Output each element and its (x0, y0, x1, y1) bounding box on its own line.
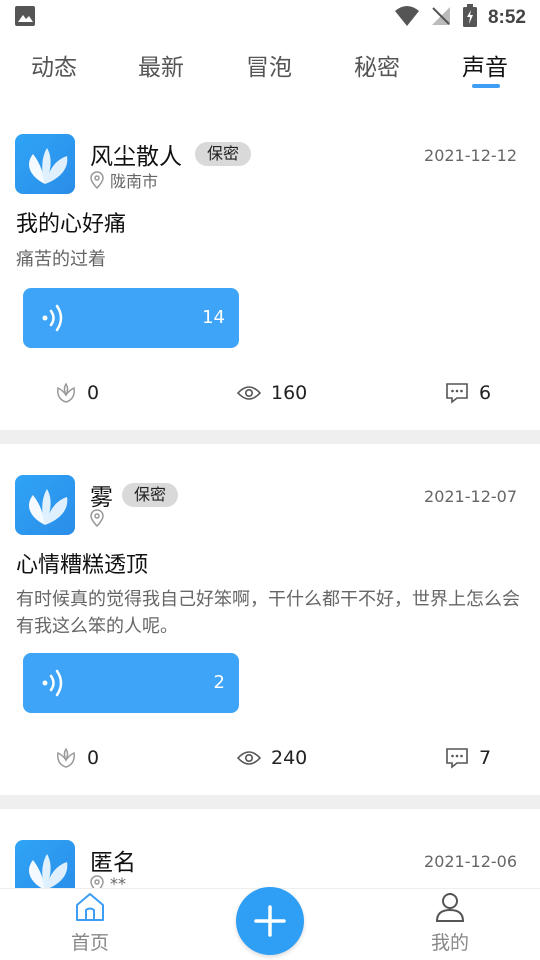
gender-badge: 保密 (122, 483, 179, 507)
home-icon (76, 893, 104, 921)
avatar[interactable] (15, 134, 75, 194)
tab-shengyin[interactable]: 声音 (462, 48, 508, 82)
status-time: 8:52 (487, 7, 526, 28)
comment-button[interactable]: 6 (445, 382, 491, 404)
nav-me-label: 我的 (430, 932, 469, 954)
location (90, 509, 110, 527)
flower-like-icon (57, 382, 75, 403)
post-card[interactable]: 雾 保密 2021-12-07 心情糟糕透顶 有时候真的觉得我自己好笨啊，干什么… (0, 444, 540, 795)
flower-like-icon (57, 747, 75, 768)
no-signal-icon (430, 5, 452, 31)
comment-count: 7 (479, 747, 492, 769)
voice-player[interactable]: 14 (23, 288, 239, 348)
views: 160 (237, 382, 307, 404)
post-desc[interactable]: 有时候真的觉得我自己好笨啊，干什么都干不好，世界上怎么会有我这么笨的人呢。 (16, 586, 526, 640)
status-bar: 8:52 (0, 0, 540, 36)
comment-icon (446, 748, 468, 769)
post-date: 2021-12-07 (424, 487, 517, 506)
tab-mimi[interactable]: 秘密 (354, 48, 400, 82)
avatar[interactable] (15, 475, 75, 535)
post-date: 2021-12-06 (424, 852, 517, 871)
like-count: 0 (87, 382, 100, 404)
post-desc[interactable]: 痛苦的过着 (16, 246, 526, 273)
eye-icon (237, 751, 261, 765)
tab-dongtai[interactable]: 动态 (31, 48, 77, 82)
active-tab-indicator (472, 84, 500, 88)
tab-zuixin[interactable]: 最新 (138, 48, 184, 82)
view-count: 240 (271, 747, 308, 769)
location: 陇南市 (90, 168, 158, 192)
like-button[interactable]: 0 (55, 747, 99, 769)
post-feed[interactable]: 风尘散人 保密 2021-12-12 陇南市 我的心好痛 痛苦的过着 14 0 … (0, 112, 540, 888)
nav-home[interactable]: 首页 (50, 891, 130, 955)
tab-maopao[interactable]: 冒泡 (246, 48, 292, 82)
battery-charging-icon (462, 4, 478, 32)
comment-button[interactable]: 7 (445, 747, 491, 769)
avatar[interactable] (15, 840, 75, 888)
location-pin-icon (90, 171, 104, 189)
location-pin-icon (90, 509, 104, 527)
username[interactable]: 雾 (90, 478, 113, 512)
view-count: 160 (271, 382, 308, 404)
voice-player[interactable]: 2 (23, 653, 239, 713)
username[interactable]: 匿名 (90, 843, 136, 877)
gender-badge: 保密 (195, 142, 252, 166)
nav-me[interactable]: 我的 (410, 891, 490, 955)
post-divider (0, 795, 540, 809)
location-text: ** (110, 874, 126, 888)
image-icon (14, 5, 36, 31)
nav-home-label: 首页 (70, 932, 109, 954)
post-date: 2021-12-12 (424, 146, 517, 165)
username[interactable]: 风尘散人 (90, 137, 182, 171)
eye-icon (237, 386, 261, 400)
voice-wave-icon (42, 669, 63, 697)
location-pin-icon (90, 874, 104, 888)
post-title[interactable]: 我的心好痛 (16, 206, 126, 238)
location-text: 陇南市 (110, 172, 159, 191)
voice-wave-icon (42, 304, 63, 332)
post-card[interactable]: 风尘散人 保密 2021-12-12 陇南市 我的心好痛 痛苦的过着 14 0 … (0, 112, 540, 430)
add-post-button[interactable] (236, 887, 304, 955)
comment-icon (446, 383, 468, 404)
user-icon (435, 893, 465, 922)
voice-duration: 2 (213, 672, 225, 693)
bottom-nav: 首页 我的 (0, 887, 540, 960)
wifi-icon (394, 5, 420, 31)
post-title[interactable]: 心情糟糕透顶 (16, 547, 148, 579)
voice-duration: 14 (202, 307, 225, 328)
like-button[interactable]: 0 (55, 382, 99, 404)
like-count: 0 (87, 747, 100, 769)
post-divider (0, 430, 540, 444)
comment-count: 6 (479, 382, 492, 404)
plus-icon (254, 905, 286, 937)
views: 240 (237, 747, 307, 769)
location: ** (90, 874, 126, 888)
post-card[interactable]: 匿名 2021-12-06 ** (0, 809, 540, 888)
top-tabs: 动态 最新 冒泡 秘密 声音 (0, 36, 540, 96)
